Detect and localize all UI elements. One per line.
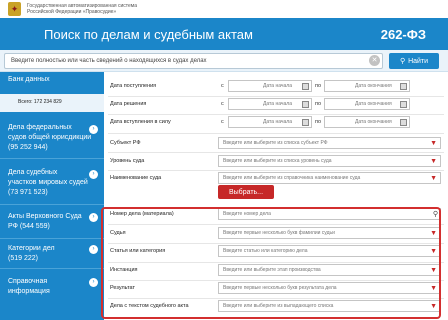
input-placeholder: Дата начала xyxy=(263,83,292,89)
sidebar-item-magistrates[interactable]: Дела судебных участков мировых судей (73… xyxy=(0,168,104,198)
chevron-right-icon: › xyxy=(89,213,98,222)
row-divider xyxy=(108,96,444,97)
org-name: Государственная автоматизированная систе… xyxy=(27,3,137,15)
sidebar-item-label: Справочная xyxy=(8,278,48,285)
input-placeholder: Дата окончания xyxy=(355,101,392,107)
highlight-frame xyxy=(101,207,441,319)
sidebar-item-label: Категории дел xyxy=(8,245,55,252)
sidebar-item-federal-courts[interactable]: Дела федеральных судов общей юрисдикции … xyxy=(0,123,104,153)
calendar-icon[interactable] xyxy=(302,119,309,126)
sidebar-total: Всего: 172 234 829 xyxy=(0,94,104,112)
label-subject: Субъект РФ xyxy=(110,140,141,146)
chevron-right-icon: › xyxy=(89,125,98,134)
label-effect-date: Дата вступления в силу xyxy=(110,119,171,125)
sidebar-item-label: судов общей юрисдикции xyxy=(8,134,92,141)
receipt-date-start-input[interactable]: Дата начала xyxy=(228,80,312,92)
coat-of-arms-icon: ✦ xyxy=(8,2,21,16)
decision-date-end-input[interactable]: Дата окончания xyxy=(324,98,410,110)
sidebar-item-label: Дела судебных xyxy=(8,169,58,176)
law-number: 262-ФЗ xyxy=(380,26,426,42)
calendar-icon[interactable] xyxy=(400,83,407,90)
sidebar: Банк данных Всего: 172 234 829 Дела феде… xyxy=(0,72,104,320)
label-court-name: Наименование суда xyxy=(110,175,162,181)
label-decision-date: Дата решения xyxy=(110,101,147,107)
input-placeholder: Дата окончания xyxy=(355,119,392,125)
dropdown-arrow-icon: ▼ xyxy=(430,158,437,165)
sidebar-item-count: (519 222) xyxy=(8,255,38,262)
sidebar-db-label: Банк данных xyxy=(8,76,50,83)
sidebar-divider xyxy=(0,238,104,239)
input-placeholder: Введите или выберите из списка субъект Р… xyxy=(223,140,328,146)
subject-select[interactable]: Введите или выберите из списка субъект Р… xyxy=(218,137,441,149)
sidebar-item-count: (73 971 523) xyxy=(8,189,48,196)
receipt-date-end-input[interactable]: Дата окончания xyxy=(324,80,410,92)
date-to-label: по xyxy=(315,101,322,107)
label-court-level: Уровень суда xyxy=(110,158,145,164)
sidebar-item-supreme-court[interactable]: Акты Верховного Суда РФ (544 559) › xyxy=(0,212,104,232)
label-receipt-date: Дата поступления xyxy=(110,83,157,89)
sidebar-item-label: информация xyxy=(8,288,50,295)
sidebar-divider xyxy=(0,268,104,269)
row-divider xyxy=(108,170,444,171)
input-placeholder: Дата начала xyxy=(263,119,292,125)
input-placeholder: Дата начала xyxy=(263,101,292,107)
choose-court-button[interactable]: Выбрать... xyxy=(218,185,274,199)
court-name-select[interactable]: Введите или выберите из справочника наим… xyxy=(218,172,441,184)
input-placeholder: Введите или выберите из справочника наим… xyxy=(223,175,361,181)
calendar-icon[interactable] xyxy=(400,101,407,108)
sidebar-item-label: участков мировых судей xyxy=(8,179,88,186)
input-placeholder: Дата окончания xyxy=(355,83,392,89)
search-input[interactable]: Введите полностью или часть сведений о н… xyxy=(4,53,383,69)
title-bar: Поиск по делам и судебным актам 262-ФЗ xyxy=(0,18,448,50)
sidebar-item-label: РФ (544 559) xyxy=(8,223,50,230)
effect-date-start-input[interactable]: Дата начала xyxy=(228,116,312,128)
date-to-label: по xyxy=(315,83,322,89)
chevron-right-icon: › xyxy=(89,170,98,179)
row-divider xyxy=(108,114,444,115)
top-bar: ✦ Государственная автоматизированная сис… xyxy=(0,0,448,18)
date-to-label: по xyxy=(315,119,322,125)
find-button-label: Найти xyxy=(408,57,429,65)
date-from-label: с xyxy=(221,83,224,89)
dropdown-arrow-icon: ▼ xyxy=(430,140,437,147)
date-from-label: с xyxy=(221,119,224,125)
date-from-label: с xyxy=(221,101,224,107)
sidebar-item-label: Дела федеральных xyxy=(8,124,72,131)
calendar-icon[interactable] xyxy=(400,119,407,126)
clear-icon[interactable]: ✕ xyxy=(369,55,380,66)
row-divider xyxy=(108,133,444,134)
search-row: Введите полностью или часть сведений о н… xyxy=(0,50,448,72)
calendar-icon[interactable] xyxy=(302,83,309,90)
org-line-2: Российской Федерации «Правосудие» xyxy=(27,9,117,15)
court-level-select[interactable]: Введите или выберите из списка уровень с… xyxy=(218,155,441,167)
page-title: Поиск по делам и судебным актам xyxy=(44,26,253,42)
sidebar-item-reference[interactable]: Справочная информация › xyxy=(0,277,104,297)
sidebar-item-label: Акты Верховного Суда xyxy=(8,213,82,220)
find-button[interactable]: ⚲ Найти xyxy=(389,53,439,69)
dropdown-arrow-icon: ▼ xyxy=(430,175,437,182)
calendar-icon[interactable] xyxy=(302,101,309,108)
sidebar-divider xyxy=(0,204,104,205)
decision-date-start-input[interactable]: Дата начала xyxy=(228,98,312,110)
sidebar-divider xyxy=(0,158,104,159)
chevron-right-icon: › xyxy=(89,245,98,254)
search-icon: ⚲ xyxy=(399,58,406,65)
sidebar-item-count: (95 252 944) xyxy=(8,144,48,151)
input-placeholder: Введите или выберите из списка уровень с… xyxy=(223,158,332,164)
effect-date-end-input[interactable]: Дата окончания xyxy=(324,116,410,128)
row-divider xyxy=(108,152,444,153)
chevron-right-icon: › xyxy=(89,278,98,287)
sidebar-item-categories[interactable]: Категории дел (519 222) › xyxy=(0,244,104,264)
